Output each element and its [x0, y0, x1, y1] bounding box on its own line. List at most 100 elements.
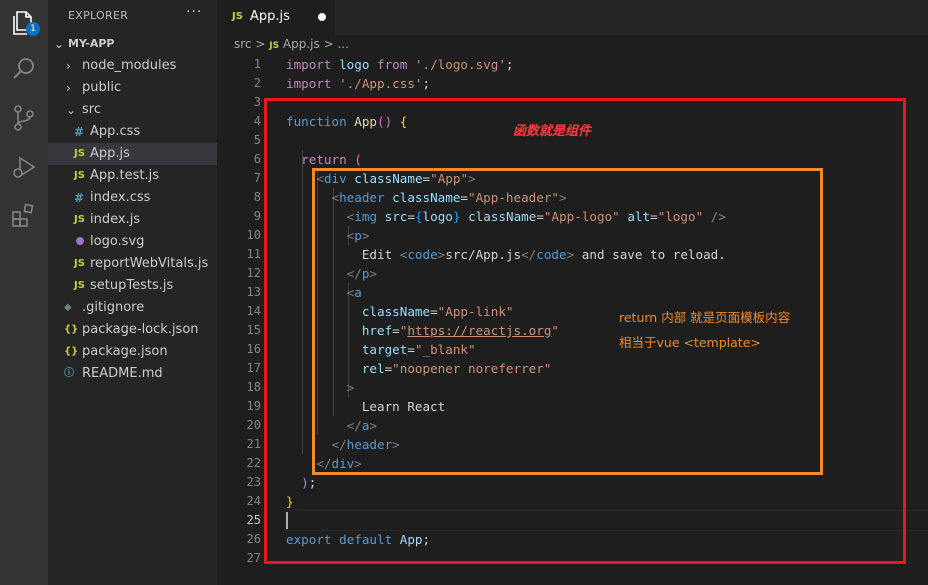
tree-item-label: index.css [90, 190, 151, 205]
chevron-right-icon: › [66, 81, 71, 95]
tree-item-logo-svg[interactable]: logo.svg [48, 231, 217, 253]
tree-item-setuptests-js[interactable]: JS setupTests.js [48, 275, 217, 297]
code-line[interactable]: import './App.css'; [286, 74, 430, 93]
css-file-icon: # [74, 125, 85, 139]
tree-item-readme-md[interactable]: ⓘ README.md [48, 363, 217, 385]
tab-app-js[interactable]: JS App.js [217, 0, 335, 35]
line-number: 2 [253, 76, 261, 90]
explorer-title: EXPLORER [68, 9, 129, 22]
annotation-orange-note-2: 相当于vue <template> [619, 335, 761, 350]
line-number: 14 [246, 304, 261, 318]
tab-label: App.js [250, 9, 290, 24]
tree-item-app-js[interactable]: JS App.js [48, 143, 217, 165]
code-token: from [377, 57, 415, 72]
md-file-icon: ⓘ [64, 368, 74, 379]
line-number: 16 [246, 342, 261, 356]
breadcrumb-folder[interactable]: src [234, 37, 252, 51]
line-number: 12 [246, 266, 261, 280]
line-number: 26 [246, 532, 261, 546]
code-token: ; [422, 76, 431, 91]
code-token: import [286, 76, 340, 91]
explorer-badge: 1 [26, 22, 40, 36]
line-number: 11 [246, 247, 261, 261]
line-number: 1 [253, 57, 261, 71]
tree-item-index-css[interactable]: # index.css [48, 187, 217, 209]
unsaved-dot-icon[interactable] [318, 13, 326, 21]
tree-item-src[interactable]: ⌄ src [48, 99, 217, 121]
code-token: './logo.svg' [414, 57, 506, 72]
line-number: 22 [246, 456, 261, 470]
line-number: 13 [246, 285, 261, 299]
tree-item-reportwebvitals-js[interactable]: JS reportWebVitals.js [48, 253, 217, 275]
tree-item-node-modules[interactable]: › node_modules [48, 55, 217, 77]
tree-item-label: reportWebVitals.js [90, 256, 209, 271]
js-file-icon: JS [269, 41, 280, 51]
run-debug-icon[interactable] [9, 152, 39, 182]
tree-item-label: index.js [90, 212, 141, 227]
project-folder[interactable]: ⌄ MY-APP [48, 33, 217, 55]
line-number: 21 [246, 437, 261, 451]
tree-item-public[interactable]: › public [48, 77, 217, 99]
tree-item-label: App.js [90, 146, 130, 161]
js-file-icon: JS [232, 11, 243, 22]
tree-item-package-lock-json[interactable]: {} package-lock.json [48, 319, 217, 341]
line-number: 3 [253, 95, 261, 109]
svg-file-icon [74, 231, 86, 253]
code-token: './App.css' [339, 76, 423, 91]
js-file-icon: JS [74, 258, 85, 269]
tree-item-app-test-js[interactable]: JS App.test.js [48, 165, 217, 187]
source-control-icon[interactable] [9, 103, 39, 133]
line-number: 7 [253, 171, 261, 185]
js-file-icon: JS [74, 214, 85, 225]
breadcrumb-separator: > [255, 37, 266, 51]
line-number: 27 [246, 551, 261, 565]
tree-item-package-json[interactable]: {} package.json [48, 341, 217, 363]
chevron-down-icon: ⌄ [66, 103, 77, 117]
breadcrumb-symbols[interactable]: > ... [324, 37, 349, 51]
explorer-sidebar: EXPLORER ··· ⌄ MY-APP › node_modules › publ… [48, 0, 217, 585]
json-file-icon: {} [64, 346, 79, 357]
css-file-icon: # [74, 191, 85, 205]
activity-bar: 1 [0, 0, 48, 585]
tree-item-index-js[interactable]: JS index.js [48, 209, 217, 231]
tree-item-label: package.json [82, 344, 168, 359]
code-token: import [286, 57, 340, 72]
line-number: 4 [253, 114, 261, 128]
line-number: 6 [253, 152, 261, 166]
line-number: 5 [253, 133, 261, 147]
line-number: 10 [246, 228, 261, 242]
line-number: 9 [253, 209, 261, 223]
js-file-icon: JS [74, 148, 85, 159]
js-file-icon: JS [74, 280, 85, 291]
tree-item-app-css[interactable]: # App.css [48, 121, 217, 143]
line-number: 17 [246, 361, 261, 375]
line-number: 19 [246, 399, 261, 413]
line-number: 23 [246, 475, 261, 489]
tree-item-label: public [82, 80, 122, 95]
line-number: 24 [246, 494, 261, 508]
tree-item-label: .gitignore [82, 300, 145, 315]
extensions-icon[interactable] [9, 200, 39, 230]
chevron-down-icon: ⌄ [54, 37, 65, 51]
tree-item-label: App.css [90, 124, 141, 139]
git-file-icon: ◆ [64, 302, 72, 313]
tree-item-label: node_modules [82, 58, 177, 73]
js-file-icon: JS [74, 170, 85, 181]
tree-item-label: logo.svg [90, 234, 145, 249]
tree-item--gitignore[interactable]: ◆ .gitignore [48, 297, 217, 319]
code-token: logo [339, 57, 377, 72]
code-line[interactable]: import logo from './logo.svg'; [286, 55, 514, 74]
breadcrumb[interactable]: src > JS App.js > ... [234, 37, 349, 51]
line-number: 25 [246, 513, 261, 527]
json-file-icon: {} [64, 324, 79, 335]
project-label: MY-APP [68, 37, 115, 50]
line-number: 15 [246, 323, 261, 337]
code-token: ; [505, 57, 514, 72]
more-actions-button[interactable]: ··· [186, 4, 202, 20]
tree-item-label: README.md [82, 366, 163, 381]
search-icon[interactable] [9, 54, 39, 84]
tree-item-label: App.test.js [90, 168, 160, 183]
tab-bar: JS App.js [217, 0, 928, 35]
breadcrumb-file[interactable]: App.js [283, 37, 320, 51]
annotation-red-note: 函数就是组件 [513, 124, 592, 139]
